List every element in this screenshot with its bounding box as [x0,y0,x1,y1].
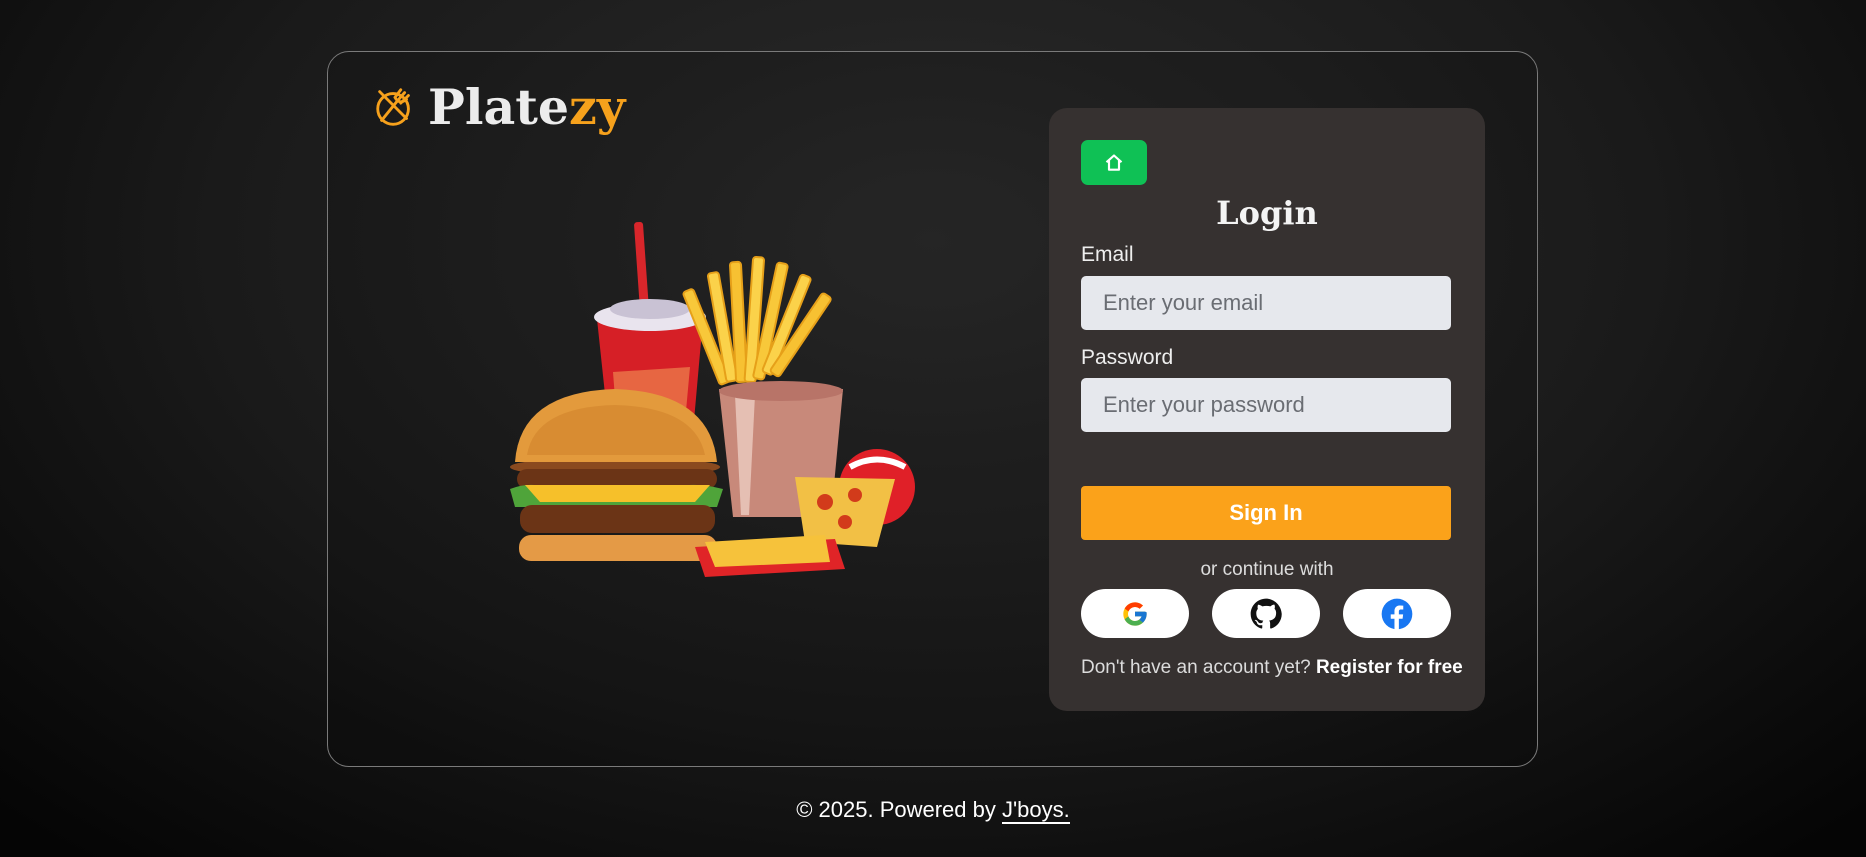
home-button[interactable] [1081,140,1147,185]
brand-name-zy: zy [569,78,626,136]
register-prompt-text: Don't have an account yet? [1081,657,1316,678]
fast-food-illustration [510,221,915,577]
password-input[interactable] [1081,378,1451,432]
sign-in-button[interactable]: Sign In [1081,486,1451,540]
footer-text: © 2025. Powered by [796,797,1002,822]
footer: © 2025. Powered by J'boys. [0,797,1866,824]
password-label: Password [1081,346,1174,369]
login-title: Login [1216,194,1318,232]
github-icon [1250,598,1282,629]
facebook-icon [1381,598,1413,630]
google-login-button[interactable] [1081,589,1189,638]
plate-fork-icon [376,88,410,126]
footer-link[interactable]: J'boys. [1001,797,1070,824]
register-prompt: Don't have an account yet? Register for … [1081,657,1463,679]
login-panel: Login Email Password Sign In or continue… [1049,108,1485,711]
register-link[interactable]: Register for free [1316,657,1463,678]
email-label: Email [1081,243,1134,266]
or-continue-text: or continue with [1200,559,1334,580]
google-icon [1123,601,1147,626]
home-icon [1105,153,1123,171]
email-input[interactable] [1081,276,1451,330]
facebook-login-button[interactable] [1343,589,1451,638]
brand-name-plate: Plate [428,78,570,136]
social-login-group [1081,589,1451,638]
github-login-button[interactable] [1212,589,1320,638]
main-card: Plate zy Login Email Enter your email Pa… [327,51,1538,767]
brand-logo[interactable]: Plate zy [372,78,625,136]
